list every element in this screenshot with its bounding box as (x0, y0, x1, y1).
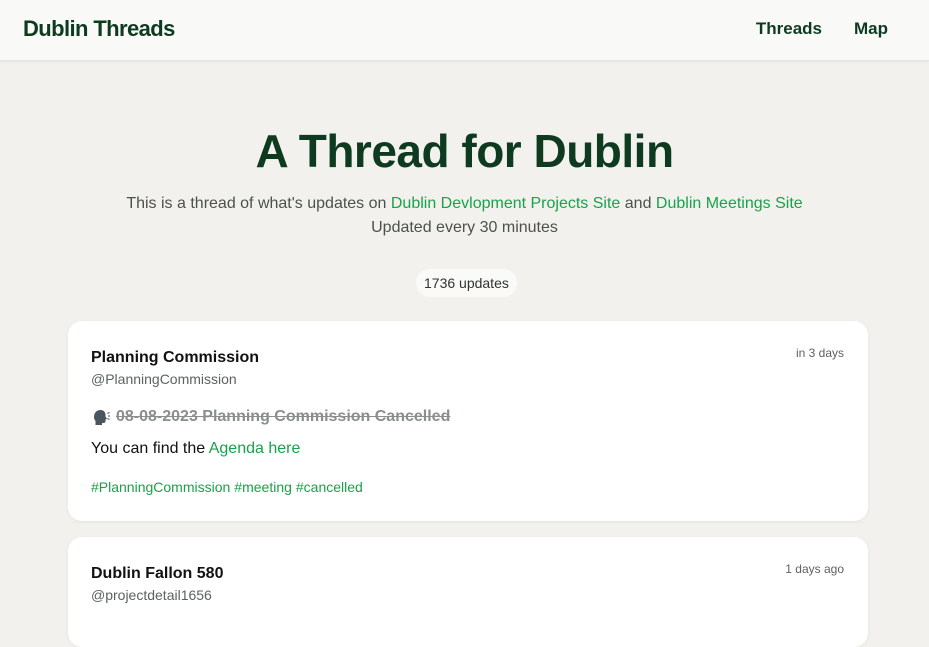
thread-post: Dublin Fallon 580 @projectdetail1656 1 d… (68, 537, 868, 647)
nav-link-map[interactable]: Map (854, 19, 888, 39)
tag-planning-commission[interactable]: #PlanningCommission (91, 479, 230, 495)
hero-desc-and: and (624, 195, 652, 212)
dublin-projects-link[interactable]: Dublin Devlopment Projects Site (391, 195, 620, 212)
agenda-link[interactable]: Agenda here (209, 440, 301, 457)
tag-cancelled[interactable]: #cancelled (296, 479, 363, 495)
post-handle: @PlanningCommission (91, 371, 237, 387)
post-tags: #PlanningCommission #meeting #cancelled (91, 479, 363, 495)
top-navbar: Dublin Threads Threads Map (0, 0, 929, 61)
update-frequency: Updated every 30 minutes (371, 219, 558, 236)
post-title: 08-08-2023 Planning Commission Cancelled (116, 408, 451, 425)
thread-post: Planning Commission @PlanningCommission … (68, 321, 868, 521)
post-author[interactable]: Dublin Fallon 580 (91, 565, 223, 583)
hero-description-line: This is a thread of what's updates on Du… (0, 192, 929, 216)
updates-count-badge: 1736 updates (416, 269, 517, 297)
post-body: You can find the Agenda here (91, 440, 300, 458)
post-author[interactable]: Planning Commission (91, 349, 259, 367)
speaking-head-icon (94, 410, 110, 425)
post-handle: @projectdetail1656 (91, 587, 212, 603)
dublin-meetings-link[interactable]: Dublin Meetings Site (656, 195, 803, 212)
nav-links: Threads Map (756, 19, 888, 39)
hero-description: This is a thread of what's updates on Du… (0, 192, 929, 240)
tag-meeting[interactable]: #meeting (234, 479, 292, 495)
post-timestamp: in 3 days (795, 346, 844, 360)
hero-desc-prefix: This is a thread of what's updates on (126, 195, 387, 212)
post-body-text: You can find the (91, 440, 206, 457)
brand-logo[interactable]: Dublin Threads (23, 16, 175, 42)
post-timestamp: 1 days ago (785, 562, 844, 576)
page-title: A Thread for Dublin (255, 125, 674, 177)
post-title-row: 08-08-2023 Planning Commission Cancelled (91, 408, 450, 426)
nav-link-threads[interactable]: Threads (756, 19, 822, 39)
